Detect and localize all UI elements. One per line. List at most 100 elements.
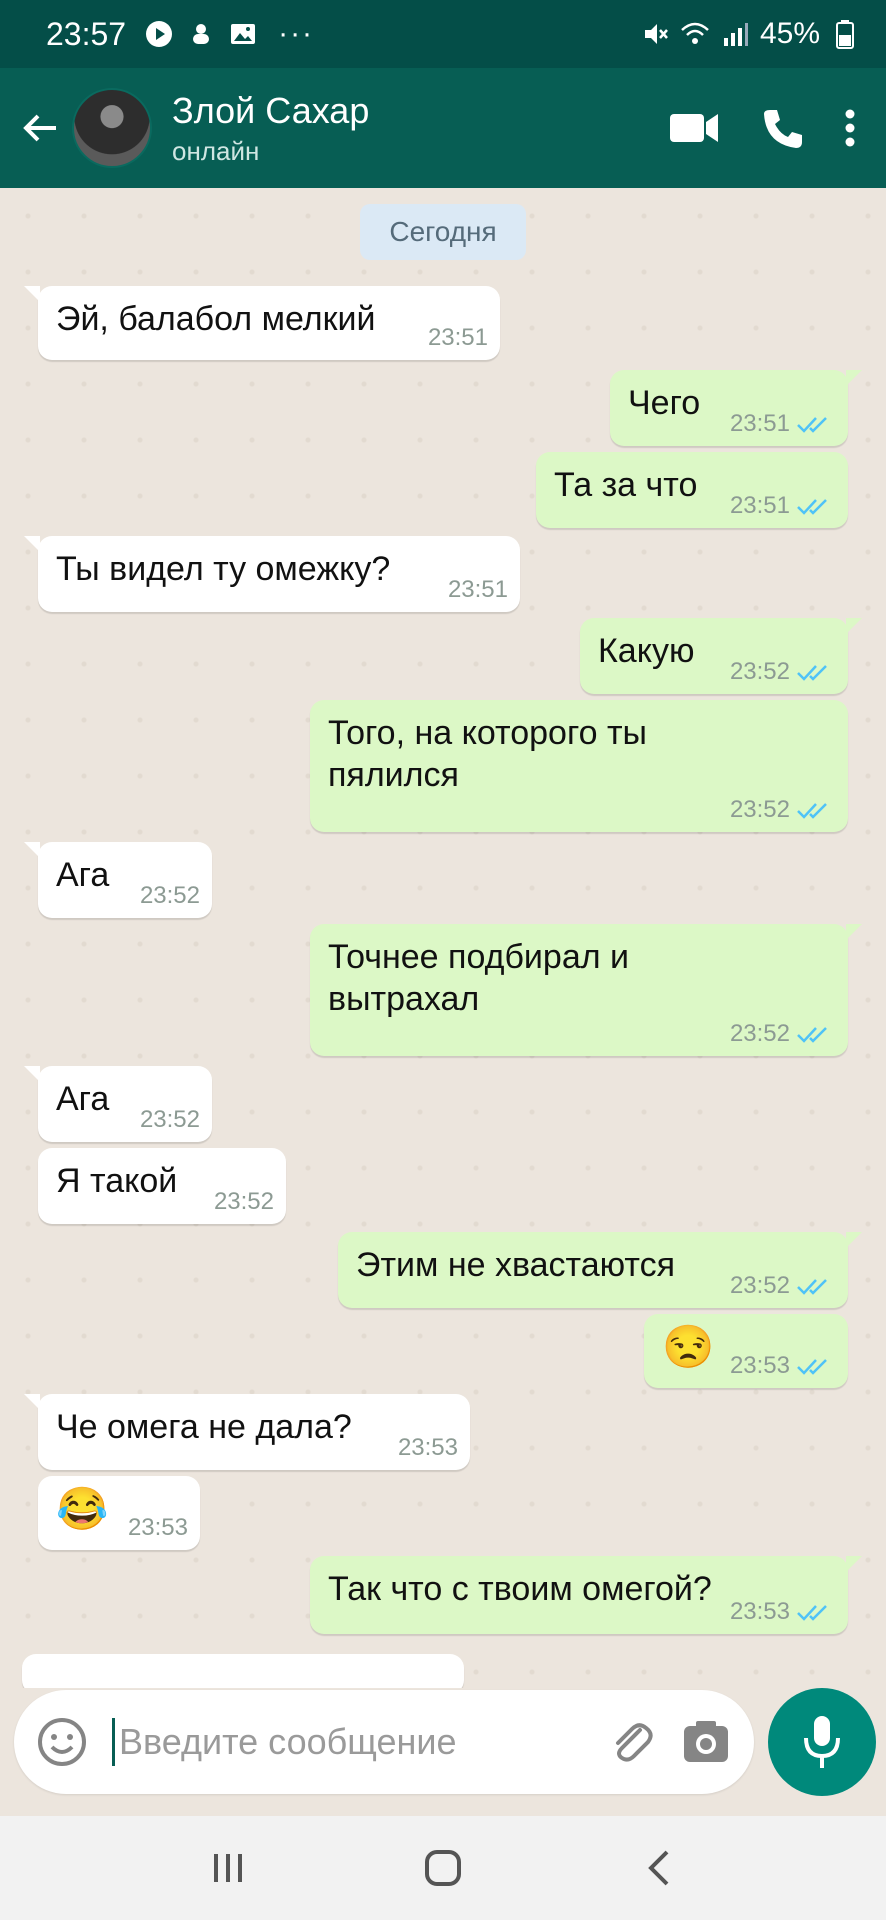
message-composer: Введите сообщение [14, 1690, 754, 1794]
message-time: 23:52 [729, 796, 790, 823]
read-receipt-icon [797, 1027, 827, 1043]
message-outgoing[interactable]: 😒 23:53 [644, 1314, 848, 1388]
bubble-tail [24, 1394, 40, 1410]
contact-info[interactable]: Злой Сахар онлайн [172, 90, 369, 167]
message-meta: 23:52 [214, 1188, 274, 1216]
read-receipt-icon [797, 1605, 827, 1621]
contact-name: Злой Сахар [172, 89, 370, 131]
message-outgoing[interactable]: Точнее подбирал и вытрахал 23:52 [310, 924, 862, 1056]
message-time: 23:52 [729, 658, 790, 685]
recent-apps-button[interactable] [196, 1836, 260, 1900]
message-incoming[interactable]: Ты видел ту омежку? 23:51 [24, 536, 520, 612]
recents-icon [213, 1854, 242, 1882]
message-time: 23:51 [447, 576, 508, 603]
phone-icon [764, 110, 802, 148]
read-receipt-icon [797, 803, 827, 819]
message-outgoing[interactable]: Так что с твоим омегой? 23:53 [310, 1556, 862, 1634]
message-meta: 23:52 [730, 1272, 834, 1300]
message-incoming[interactable]: 😂 23:53 [38, 1476, 200, 1550]
mute-icon [640, 19, 670, 49]
back-button[interactable] [8, 96, 72, 160]
message-meta: 23:51 [448, 576, 508, 604]
play-icon [144, 19, 174, 49]
message-incoming-partial[interactable] [22, 1654, 464, 1688]
bubble-tail [24, 1066, 40, 1082]
arrow-left-icon [23, 114, 56, 142]
message-time: 23:52 [139, 882, 200, 909]
cloud-upload-icon [186, 19, 216, 49]
message-time: 23:52 [213, 1188, 274, 1215]
message-meta: 23:53 [398, 1434, 458, 1462]
message-time: 23:52 [729, 1020, 790, 1047]
bubble-tail [846, 1232, 862, 1248]
message-outgoing[interactable]: Того, на которого ты пялился 23:52 [310, 700, 848, 832]
message-incoming[interactable]: Эй, балабол мелкий 23:51 [24, 286, 500, 360]
message-incoming[interactable]: Че омега не дала? 23:53 [24, 1394, 470, 1470]
image-icon [228, 19, 258, 49]
bubble-tail [846, 618, 862, 634]
video-call-button[interactable] [668, 110, 720, 146]
message-meta: 23:53 [730, 1352, 834, 1380]
status-icons: ··· [144, 17, 314, 51]
read-receipt-icon [797, 417, 827, 433]
date-separator: Сегодня [360, 204, 526, 260]
more-notifications-icon: ··· [278, 17, 315, 50]
message-meta: 23:53 [730, 1598, 834, 1626]
contact-status: онлайн [172, 135, 260, 166]
message-meta: 23:53 [128, 1514, 188, 1542]
message-meta: 23:51 [730, 492, 834, 520]
message-time: 23:51 [427, 324, 488, 351]
battery-icon [830, 19, 860, 49]
more-vertical-icon [845, 109, 855, 147]
read-receipt-icon [797, 1279, 827, 1295]
message-outgoing[interactable]: Та за что 23:51 [536, 452, 848, 528]
system-navigation-bar [0, 1816, 886, 1920]
message-meta: 23:51 [428, 324, 488, 352]
back-nav-button[interactable] [626, 1836, 690, 1900]
status-right: 45% [640, 17, 860, 51]
message-meta: 23:52 [140, 882, 200, 910]
home-button[interactable] [411, 1836, 475, 1900]
voice-call-button[interactable] [760, 106, 804, 150]
message-outgoing[interactable]: Какую 23:52 [580, 618, 862, 694]
paperclip-icon [616, 1723, 653, 1762]
overflow-menu-button[interactable] [844, 108, 856, 148]
message-time: 23:53 [127, 1514, 188, 1541]
message-meta: 23:52 [730, 658, 834, 686]
battery-percent: 45% [759, 17, 820, 50]
message-incoming[interactable]: Ага 23:52 [24, 842, 212, 918]
message-time: 23:53 [397, 1434, 458, 1461]
message-incoming[interactable]: Я такой 23:52 [38, 1148, 286, 1224]
message-time: 23:51 [729, 410, 790, 437]
read-receipt-icon [797, 499, 827, 515]
status-bar: 23:57 ··· 45% [0, 0, 886, 68]
message-meta: 23:52 [730, 1020, 834, 1048]
bubble-tail [24, 286, 40, 302]
chat-header: Злой Сахар онлайн [0, 68, 886, 188]
camera-button[interactable] [678, 1714, 734, 1770]
chat-messages[interactable]: Сегодня Эй, балабол мелкий 23:51 Чего 23… [0, 188, 886, 1688]
message-time: 23:53 [729, 1352, 790, 1379]
attach-button[interactable] [604, 1714, 660, 1770]
message-meta: 23:51 [730, 410, 834, 438]
message-meta: 23:52 [730, 796, 834, 824]
voice-record-button[interactable] [768, 1688, 876, 1796]
signal-icon [720, 19, 750, 49]
message-text: Точнее подбирал и вытрахал [328, 938, 630, 1018]
message-outgoing[interactable]: Чего 23:51 [610, 370, 862, 446]
message-text: Че омега не дала? [56, 1408, 352, 1446]
message-meta: 23:52 [140, 1106, 200, 1134]
message-outgoing[interactable]: Этим не хвастаются 23:52 [338, 1232, 862, 1308]
contact-avatar[interactable] [72, 88, 152, 168]
message-time: 23:51 [729, 492, 790, 519]
microphone-icon [804, 1716, 840, 1768]
status-time: 23:57 [46, 15, 127, 52]
message-text: Того, на которого ты пялился [328, 714, 647, 794]
message-incoming[interactable]: Ага 23:52 [24, 1066, 212, 1142]
video-camera-icon [670, 114, 718, 142]
emoji-button[interactable] [34, 1714, 90, 1770]
message-time: 23:52 [139, 1106, 200, 1133]
message-input[interactable]: Введите сообщение [112, 1718, 604, 1766]
read-receipt-icon [797, 665, 827, 681]
bubble-tail [846, 1556, 862, 1572]
